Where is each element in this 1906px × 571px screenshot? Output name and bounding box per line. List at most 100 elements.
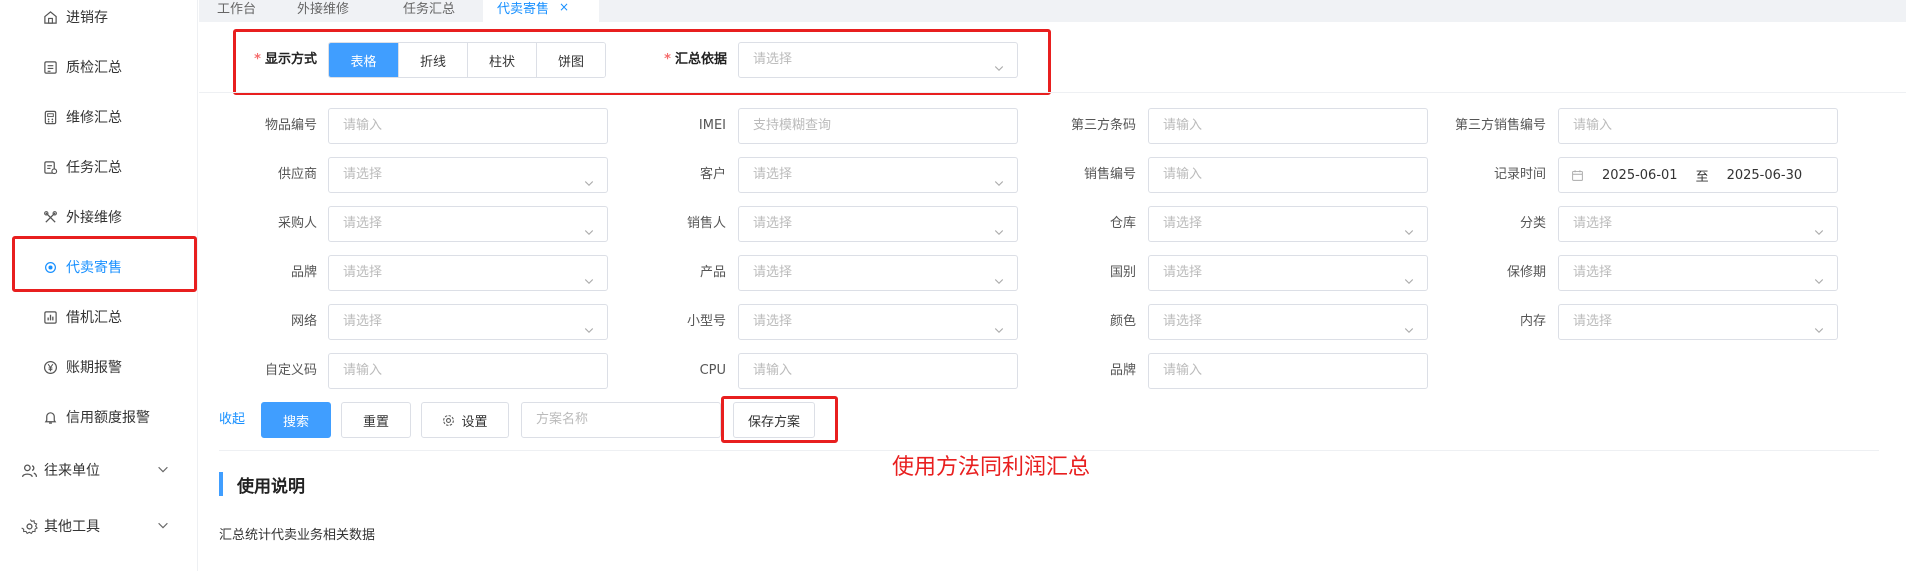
customer-label: 客户 xyxy=(699,167,726,182)
sidebar-item-label: 质检汇总 xyxy=(66,60,122,76)
tab-consignment[interactable]: 代卖寄售 × xyxy=(483,0,599,22)
item-no-input[interactable]: 请输入 xyxy=(328,108,608,144)
sidebar-item-qc-summary[interactable]: 质检汇总 xyxy=(0,47,198,87)
gear-icon xyxy=(442,414,455,427)
imei-input[interactable]: 支持模糊查询 xyxy=(738,108,1018,144)
imei-label: IMEI xyxy=(698,118,726,133)
brand-select[interactable]: 请选择 xyxy=(328,255,608,291)
cpu-label: CPU xyxy=(699,363,726,378)
record-time-start[interactable]: 2025-06-01 xyxy=(1602,168,1678,183)
country-select[interactable]: 请选择 xyxy=(1148,255,1428,291)
sidebar-item-label: 借机汇总 xyxy=(66,310,122,326)
purchaser-select[interactable]: 请选择 xyxy=(328,206,608,242)
settings-button[interactable]: 设置 xyxy=(421,402,509,438)
sidebar-group-label: 其他工具 xyxy=(44,519,100,535)
third-party-sale-no-input[interactable]: 请输入 xyxy=(1558,108,1838,144)
chevron-down-icon xyxy=(156,462,170,480)
cpu-input[interactable]: 请输入 xyxy=(738,353,1018,389)
tab-external-repair[interactable]: 外接维修 xyxy=(283,0,363,22)
tab-task-summary[interactable]: 任务汇总 xyxy=(389,0,469,22)
chevron-down-icon xyxy=(1403,218,1415,236)
item-no-label: 物品编号 xyxy=(264,118,317,133)
brand-text-input[interactable]: 请输入 xyxy=(1148,353,1428,389)
house-icon xyxy=(42,9,58,25)
chevron-down-icon xyxy=(993,218,1005,236)
custom-code-label: 自定义码 xyxy=(264,363,317,378)
sidebar-group-partners[interactable]: 往来单位 xyxy=(0,450,198,490)
sale-no-label: 销售编号 xyxy=(1083,167,1136,182)
sidebar-item-label: 账期报警 xyxy=(66,360,122,376)
third-party-barcode-input[interactable]: 请输入 xyxy=(1148,108,1428,144)
chevron-down-icon xyxy=(993,169,1005,187)
network-select[interactable]: 请选择 xyxy=(328,304,608,340)
divider xyxy=(199,92,1906,93)
custom-code-input[interactable]: 请输入 xyxy=(328,353,608,389)
chevron-down-icon xyxy=(1813,218,1825,236)
third-party-sale-no-label: 第三方销售编号 xyxy=(1454,118,1546,133)
sidebar-item-label: 任务汇总 xyxy=(66,160,122,176)
task-icon xyxy=(42,159,58,175)
record-time-label: 记录时间 xyxy=(1493,167,1546,182)
people-icon xyxy=(20,461,38,479)
tab-bar: 工作台 外接维修 任务汇总 代卖寄售 × xyxy=(199,0,1906,22)
chevron-down-icon xyxy=(583,169,595,187)
chevron-down-icon xyxy=(1813,316,1825,334)
sidebar-item-credit-alert[interactable]: 信用额度报警 xyxy=(0,397,198,437)
warranty-label: 保修期 xyxy=(1506,265,1546,280)
memory-select[interactable]: 请选择 xyxy=(1558,304,1838,340)
gear-icon xyxy=(20,517,38,535)
scheme-name-input[interactable]: 方案名称 xyxy=(521,402,721,438)
sidebar-item-inventory[interactable]: 进销存 xyxy=(0,0,198,37)
close-icon[interactable]: × xyxy=(559,0,569,14)
reset-button[interactable]: 重置 xyxy=(341,402,411,438)
customer-select[interactable]: 请选择 xyxy=(738,157,1018,193)
sidebar-item-loan-summary[interactable]: 借机汇总 xyxy=(0,297,198,337)
sidebar-item-task-summary[interactable]: 任务汇总 xyxy=(0,147,198,187)
memory-label: 内存 xyxy=(1519,314,1546,329)
warehouse-label: 仓库 xyxy=(1109,216,1136,231)
title-accent-bar xyxy=(219,472,223,496)
divider xyxy=(219,450,1879,451)
collapse-link[interactable]: 收起 xyxy=(219,402,245,438)
salesperson-select[interactable]: 请选择 xyxy=(738,206,1018,242)
category-select[interactable]: 请选择 xyxy=(1558,206,1838,242)
chevron-down-icon xyxy=(1403,267,1415,285)
category-label: 分类 xyxy=(1519,216,1546,231)
color-select[interactable]: 请选择 xyxy=(1148,304,1428,340)
sub-model-select[interactable]: 请选择 xyxy=(738,304,1018,340)
salesperson-label: 销售人 xyxy=(686,216,726,231)
highlight-box-save-scheme xyxy=(721,396,838,443)
sale-no-input[interactable]: 请输入 xyxy=(1148,157,1428,193)
supplier-select[interactable]: 请选择 xyxy=(328,157,608,193)
sidebar-item-label: 信用额度报警 xyxy=(66,410,150,426)
country-label: 国别 xyxy=(1109,265,1136,280)
sub-model-label: 小型号 xyxy=(686,314,726,329)
bar-chart-icon xyxy=(42,309,58,325)
sidebar-group-label: 往来单位 xyxy=(44,463,100,479)
calendar-icon xyxy=(1571,169,1584,182)
bell-icon xyxy=(42,409,58,425)
chevron-down-icon xyxy=(1813,267,1825,285)
color-label: 颜色 xyxy=(1109,314,1136,329)
record-time-range[interactable]: 2025-06-01 至 2025-06-30 xyxy=(1558,157,1838,193)
sidebar-item-external-repair[interactable]: 外接维修 xyxy=(0,197,198,237)
warehouse-select[interactable]: 请选择 xyxy=(1148,206,1428,242)
network-label: 网络 xyxy=(290,314,317,329)
chevron-down-icon xyxy=(1403,316,1415,334)
search-button[interactable]: 搜索 xyxy=(261,402,331,438)
warranty-select[interactable]: 请选择 xyxy=(1558,255,1838,291)
sidebar: 进销存 质检汇总 维修汇总 任务汇总 外接维修 代卖寄售 借机汇总 账期报警 信… xyxy=(0,0,198,571)
supplier-label: 供应商 xyxy=(277,167,317,182)
tab-workbench[interactable]: 工作台 xyxy=(203,0,270,22)
usage-description: 汇总统计代卖业务相关数据 xyxy=(219,528,376,543)
usage-title: 使用说明 xyxy=(219,470,305,498)
chevron-down-icon xyxy=(583,316,595,334)
sidebar-item-repair-summary[interactable]: 维修汇总 xyxy=(0,97,198,137)
chevron-down-icon xyxy=(993,267,1005,285)
sidebar-item-label: 维修汇总 xyxy=(66,110,122,126)
sidebar-group-other-tools[interactable]: 其他工具 xyxy=(0,506,198,546)
sidebar-item-payment-alert[interactable]: 账期报警 xyxy=(0,347,198,387)
record-time-end[interactable]: 2025-06-30 xyxy=(1727,168,1803,183)
product-select[interactable]: 请选择 xyxy=(738,255,1018,291)
report-icon xyxy=(42,59,58,75)
